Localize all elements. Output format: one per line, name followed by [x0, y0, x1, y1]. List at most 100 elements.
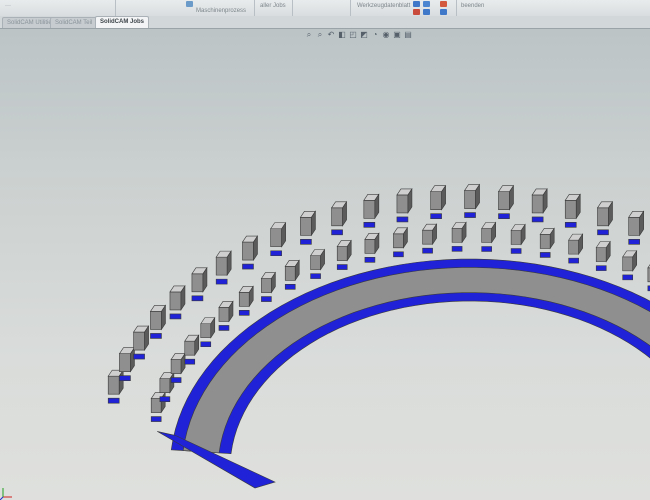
tooth-gap-face	[363, 222, 376, 228]
tooth-side-face	[396, 194, 409, 214]
tooth-side-face	[422, 229, 433, 245]
tooth-gap-face	[393, 251, 404, 258]
tooth-gap-face	[331, 229, 343, 236]
tool-icon[interactable]	[440, 9, 447, 15]
tooth-side-face	[622, 256, 634, 272]
tooth-side-face	[539, 234, 551, 249]
tooth-side-face	[184, 340, 196, 356]
tool-icon[interactable]	[413, 1, 420, 7]
tooth-side-face	[200, 323, 212, 339]
tooth-side-face	[510, 230, 522, 245]
tooth-gap-face	[159, 396, 171, 403]
tooth-gap-face	[568, 257, 579, 264]
tooth-side-face	[107, 375, 120, 395]
tooth-side-face	[159, 378, 171, 394]
tooth-side-face	[451, 228, 463, 243]
tooth-side-face	[568, 239, 579, 255]
ribbon-item-all-jobs[interactable]: aller Jobs	[260, 3, 286, 9]
tooth-gap-face	[261, 296, 272, 302]
tooth-gap-face	[200, 341, 212, 348]
tooth-gap-face	[464, 212, 476, 218]
tooth-gap-face	[300, 238, 312, 245]
tooth-side-face	[261, 278, 272, 293]
tooth-side-face	[498, 191, 510, 210]
tooth-side-face	[531, 194, 544, 214]
graphics-viewport[interactable]: ⌕ ⌕ ↶ ◧ ◰ ◩ ◔ ◉ ▣ ▤	[0, 29, 650, 500]
tooth-gap-face	[498, 213, 510, 219]
tooth-side-face	[628, 217, 640, 236]
tooth-side-face	[170, 359, 182, 374]
command-tabs: SolidCAM Utilities SolidCAM Teil SolidCA…	[0, 16, 650, 29]
tooth-gap-face	[336, 264, 348, 270]
tooth-gap-face	[107, 397, 120, 404]
tooth-side-face	[300, 216, 312, 236]
tooth-side-face	[215, 256, 228, 276]
tab-solidcam-part[interactable]: SolidCAM Teil	[50, 17, 98, 28]
tooth-gap-face	[133, 353, 145, 360]
ribbon-item-machine-process[interactable]: Maschinenprozess	[196, 8, 246, 14]
tooth-gap-face	[119, 375, 131, 381]
tooth-side-face	[169, 291, 182, 311]
tooth-gap-face	[215, 278, 228, 285]
tooth-side-face	[310, 255, 321, 270]
tooth-gap-face	[150, 333, 162, 339]
tooth-gap-face	[184, 358, 196, 365]
tooth-side-face	[595, 247, 607, 262]
tooth-side-face	[597, 207, 609, 227]
tooth-gap-face	[310, 273, 321, 279]
tool-icon[interactable]	[423, 9, 430, 15]
tooth-gap-face	[150, 416, 162, 422]
tooth-side-face	[336, 246, 348, 261]
tooth-side-face	[150, 311, 162, 330]
tool-icon[interactable]	[440, 1, 447, 7]
tooth-side-face	[430, 191, 442, 210]
tooth-side-face	[133, 331, 145, 351]
tooth-gap-face	[628, 239, 640, 245]
ribbon-item-exit[interactable]: beenden	[461, 3, 484, 9]
tooth-gap-face	[597, 229, 609, 236]
tooth-side-face	[331, 207, 343, 227]
tooth-side-face	[393, 233, 404, 249]
gear-segment-model[interactable]	[0, 29, 650, 500]
tooth-side-face	[238, 292, 250, 307]
tooth-side-face	[191, 273, 204, 293]
tooth-side-face	[363, 200, 376, 219]
tooth-gap-face	[622, 274, 634, 281]
ribbon-item-tool-sheet[interactable]: Werkzeugdatenblatt	[357, 3, 410, 9]
tooth-gap-face	[539, 252, 551, 258]
tooth-side-face	[270, 228, 282, 248]
tooth-gap-face	[564, 222, 577, 228]
ribbon-fragment: ···	[5, 3, 11, 9]
tooth-gap-face	[595, 265, 607, 271]
ribbon-divider	[292, 0, 293, 16]
tab-solidcam-jobs[interactable]: SolidCAM Jobs	[95, 16, 150, 28]
command-ribbon: ··· Maschinenprozess aller Jobs Werkzeug…	[0, 0, 650, 17]
tooth-gap-face	[531, 216, 544, 223]
ribbon-divider	[350, 0, 351, 16]
tooth-gap-face	[451, 246, 463, 252]
tooth-gap-face	[238, 310, 250, 316]
machine-process-icon[interactable]	[186, 1, 193, 7]
axis-triad-icon	[0, 488, 12, 500]
tooth-gap-face	[169, 313, 182, 320]
ribbon-divider	[254, 0, 255, 16]
ribbon-divider	[115, 0, 116, 16]
tooth-gap-face	[364, 256, 376, 263]
tooth-side-face	[242, 241, 254, 261]
tooth-side-face	[481, 228, 492, 243]
tool-icon[interactable]	[413, 9, 420, 15]
tooth-gap-face	[430, 213, 442, 219]
tooth-gap-face	[284, 284, 296, 290]
tool-icon[interactable]	[423, 1, 430, 7]
tooth-gap-face	[170, 377, 182, 383]
tooth-gap-face	[396, 216, 409, 223]
tooth-gap-face	[242, 263, 254, 270]
tooth-side-face	[364, 238, 376, 254]
tooth-gap-face	[191, 295, 204, 302]
tooth-gap-face	[270, 250, 282, 257]
tooth-side-face	[464, 190, 476, 209]
tooth-gap-face	[422, 247, 433, 254]
ribbon-divider	[456, 0, 457, 16]
part-band	[157, 258, 650, 489]
tooth-side-face	[564, 200, 577, 219]
